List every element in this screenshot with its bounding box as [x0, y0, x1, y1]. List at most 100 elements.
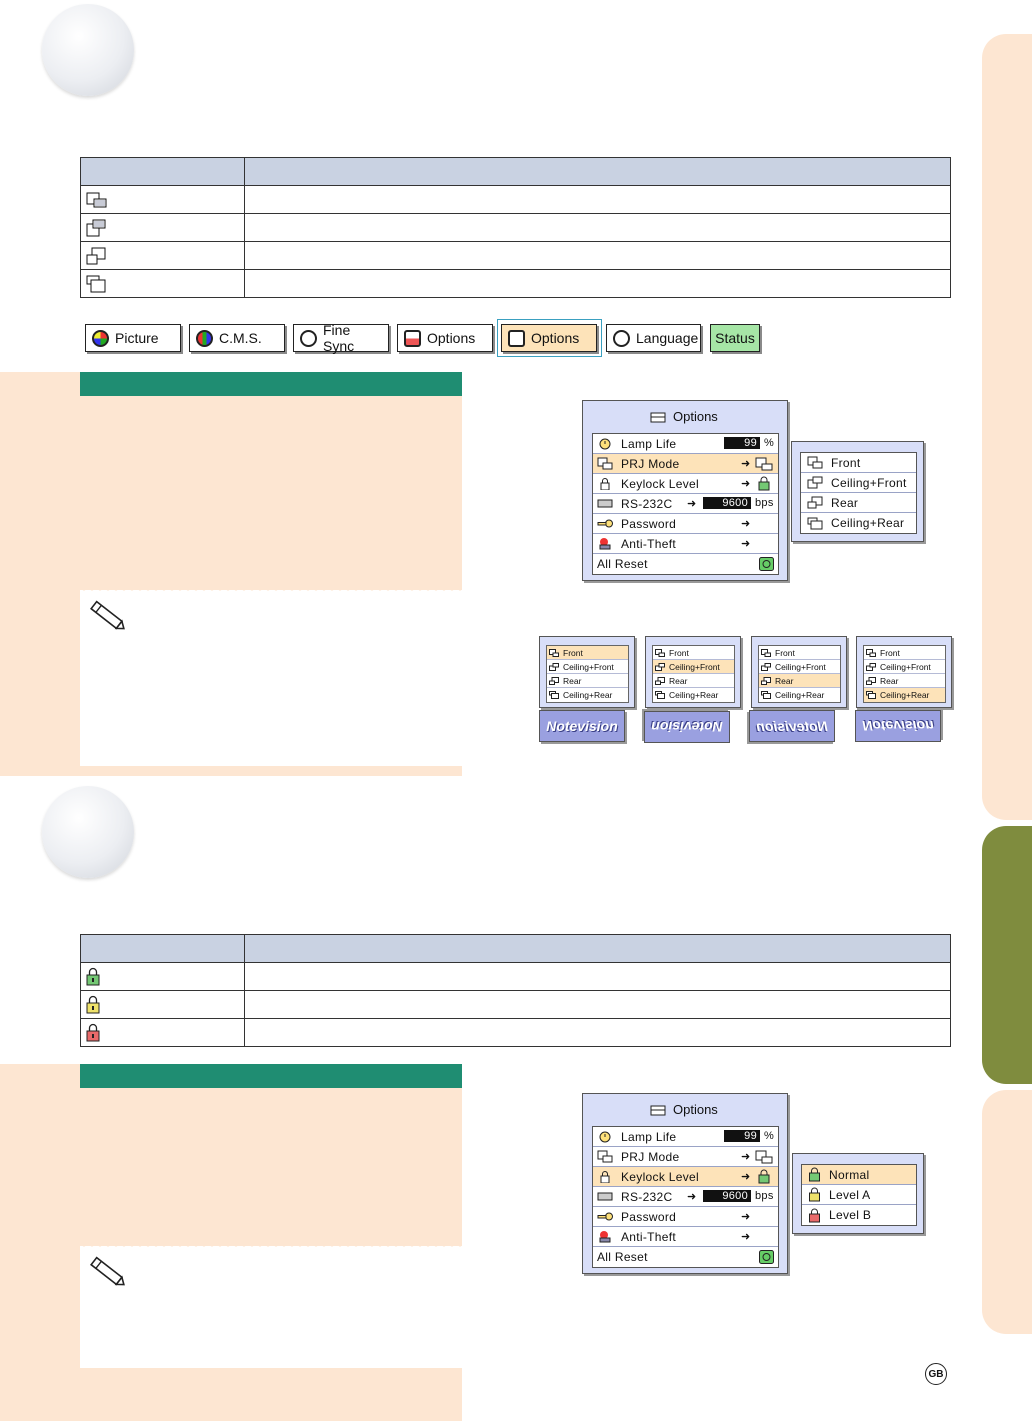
anti-theft-icon — [599, 1231, 611, 1243]
mini-label: Rear — [669, 675, 688, 686]
tab-label: Status — [715, 330, 755, 346]
options-list: Lamp Life 99 % PRJ Mode ➜ Keylock Level … — [592, 433, 779, 575]
all-reset-row[interactable]: All Reset — [593, 554, 778, 574]
dotted-divider — [80, 1242, 462, 1248]
section-header-bar — [80, 1064, 462, 1088]
mini-label: Ceiling+Rear — [563, 690, 613, 700]
mini-row: Ceiling+Front — [759, 660, 840, 674]
ceiling-rear-mode-icon — [807, 517, 823, 529]
rear-mode-icon — [807, 496, 823, 509]
tab-fine-sync[interactable]: Fine Sync — [293, 322, 389, 354]
table-header-cell — [80, 934, 245, 963]
rs232c-value: 9600 — [703, 1190, 751, 1202]
table-row — [80, 213, 951, 242]
anti-theft-row[interactable]: Anti-Theft ➜ — [593, 534, 778, 554]
prj-mode-row[interactable]: PRJ Mode ➜ — [593, 454, 778, 474]
mini-label: Ceiling+Front — [563, 661, 614, 672]
panel-inner-white-1 — [80, 590, 462, 766]
tab-options-1[interactable]: Options — [397, 324, 493, 352]
prj-example-rear: Front Ceiling+Front Rear Ceiling+Rear — [751, 636, 847, 708]
all-reset-row[interactable]: All Reset — [593, 1247, 778, 1267]
anti-theft-row[interactable]: Anti-Theft ➜ — [593, 1227, 778, 1247]
options2-icon — [508, 329, 525, 347]
mini-row: Front — [759, 646, 840, 660]
serial-port-icon — [597, 499, 613, 508]
mini-label: Ceiling+Front — [880, 661, 931, 672]
prj-option-rear[interactable]: Rear — [801, 493, 916, 513]
mini-row: Ceiling+Rear — [864, 688, 945, 702]
password-label: Password — [621, 1209, 677, 1224]
rs232c-label: RS-232C — [621, 1189, 673, 1204]
prj-option-label: Ceiling+Front — [831, 475, 907, 490]
lamp-life-unit: % — [764, 1130, 775, 1142]
tab-label: Language — [636, 330, 699, 346]
ceiling-rear-mode-icon — [655, 691, 665, 699]
dotted-divider — [80, 586, 462, 592]
prj-mode-row[interactable]: PRJ Mode ➜ — [593, 1147, 778, 1167]
keylock-label: Keylock Level — [621, 1169, 699, 1184]
tab-options-2[interactable]: Options — [501, 324, 597, 352]
green-lock-icon — [758, 1169, 770, 1184]
section-circle-1 — [42, 4, 134, 96]
rear-mode-icon — [761, 676, 771, 685]
table-row — [80, 990, 951, 1019]
prj-option-ceiling-front[interactable]: Ceiling+Front — [801, 473, 916, 493]
cms-icon — [196, 329, 213, 347]
tab-picture[interactable]: Picture — [85, 324, 181, 352]
logo-ceiling-rear: Notevision — [855, 710, 941, 742]
arrow-icon: ➜ — [741, 1171, 751, 1183]
key-icon — [597, 519, 613, 528]
keylock-row[interactable]: Keylock Level ➜ — [593, 1167, 778, 1187]
ceiling-front-mode-icon — [86, 219, 106, 236]
logo-text: Notevision — [546, 718, 618, 734]
padlock-icon — [600, 478, 610, 490]
prj-option-front[interactable]: Front — [801, 453, 916, 473]
password-row[interactable]: Password ➜ — [593, 514, 778, 534]
keylock-option-level-a[interactable]: Level A — [802, 1185, 916, 1205]
keylock-option-label: Level A — [829, 1187, 871, 1202]
keylock-label: Keylock Level — [621, 476, 699, 491]
keylock-option-label: Level B — [829, 1208, 872, 1222]
password-row[interactable]: Password ➜ — [593, 1207, 778, 1227]
prj-mode-icon — [597, 1150, 613, 1163]
picture-icon — [92, 329, 109, 347]
ceiling-front-mode-icon — [655, 662, 665, 671]
mini-row: Rear — [653, 674, 734, 688]
tab-label: Picture — [115, 330, 159, 346]
mini-row: Ceiling+Rear — [759, 688, 840, 702]
all-reset-label: All Reset — [597, 1250, 648, 1264]
mini-row: Front — [653, 646, 734, 660]
edge-tab-active — [982, 826, 1032, 1084]
options-menu-title: Options — [649, 409, 718, 424]
prj-mode-label: PRJ Mode — [621, 1149, 680, 1164]
tab-status[interactable]: Status — [710, 324, 760, 352]
prj-option-label: Front — [831, 455, 861, 470]
padlock-icon — [600, 1171, 610, 1183]
prj-option-label: Ceiling+Rear — [831, 516, 905, 530]
table-row — [80, 1018, 951, 1047]
region-badge-text: GB — [928, 1368, 944, 1380]
ceiling-front-mode-icon — [807, 476, 823, 489]
logo-rear: Notevision — [749, 710, 835, 742]
options-menu: Options Lamp Life 99 % PRJ Mode ➜ Keyloc… — [582, 400, 788, 581]
keylock-row[interactable]: Keylock Level ➜ — [593, 474, 778, 494]
rear-mode-icon — [866, 676, 876, 685]
anti-theft-icon — [599, 538, 611, 550]
tab-cms[interactable]: C.M.S. — [189, 324, 285, 352]
lamp-life-row[interactable]: Lamp Life 99 % — [593, 434, 778, 454]
yellow-lock-icon — [86, 995, 100, 1013]
tab-language[interactable]: Language — [606, 324, 701, 352]
rs232c-row[interactable]: RS-232C ➜ 9600 bps — [593, 494, 778, 514]
lamp-timer-icon — [599, 1131, 611, 1143]
tab-label: Options — [427, 330, 476, 346]
rs232c-row[interactable]: RS-232C ➜ 9600 bps — [593, 1187, 778, 1207]
lamp-life-label: Lamp Life — [621, 1129, 677, 1144]
keylock-option-level-b[interactable]: Level B — [802, 1205, 916, 1225]
front-mode-icon — [761, 648, 771, 657]
arrow-icon: ➜ — [741, 1231, 751, 1243]
title-text: Options — [673, 1102, 718, 1117]
keylock-option-normal[interactable]: Normal — [802, 1165, 916, 1185]
ceiling-rear-mode-icon — [86, 275, 106, 292]
lamp-life-row[interactable]: Lamp Life 99 % — [593, 1127, 778, 1147]
prj-option-ceiling-rear[interactable]: Ceiling+Rear — [801, 513, 916, 533]
